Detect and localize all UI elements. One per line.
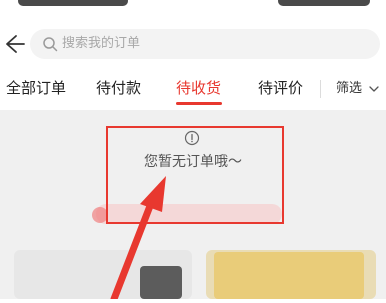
search-bar[interactable]: 搜索我的订单 [30, 29, 380, 59]
red-arrow-annotation-icon [100, 176, 190, 303]
tab-pending-receipt[interactable]: 待收货 [176, 78, 221, 98]
filter-button[interactable]: 筛选 [336, 80, 379, 98]
orders-content: 您暂无订单哦～ [0, 110, 386, 299]
chevron-down-icon [369, 85, 379, 92]
tab-pending-review[interactable]: 待评价 [258, 78, 303, 98]
order-tabs: 全部订单 待付款 待收货 待评价 筛选 [0, 72, 386, 110]
tab-pending-payment[interactable]: 待付款 [96, 78, 141, 98]
tab-divider [320, 80, 321, 98]
recommendation-image [214, 252, 364, 299]
back-arrow-icon[interactable] [2, 32, 26, 56]
filter-label: 筛选 [336, 81, 363, 96]
header: 搜索我的订单 [0, 14, 386, 72]
active-tab-indicator [176, 102, 222, 105]
search-icon [42, 36, 58, 52]
status-bar-blur-left [18, 0, 128, 6]
tab-all-orders[interactable]: 全部订单 [6, 78, 66, 98]
status-bar-blur-right [278, 0, 370, 6]
search-placeholder: 搜索我的订单 [62, 36, 141, 51]
status-bar [0, 0, 386, 14]
